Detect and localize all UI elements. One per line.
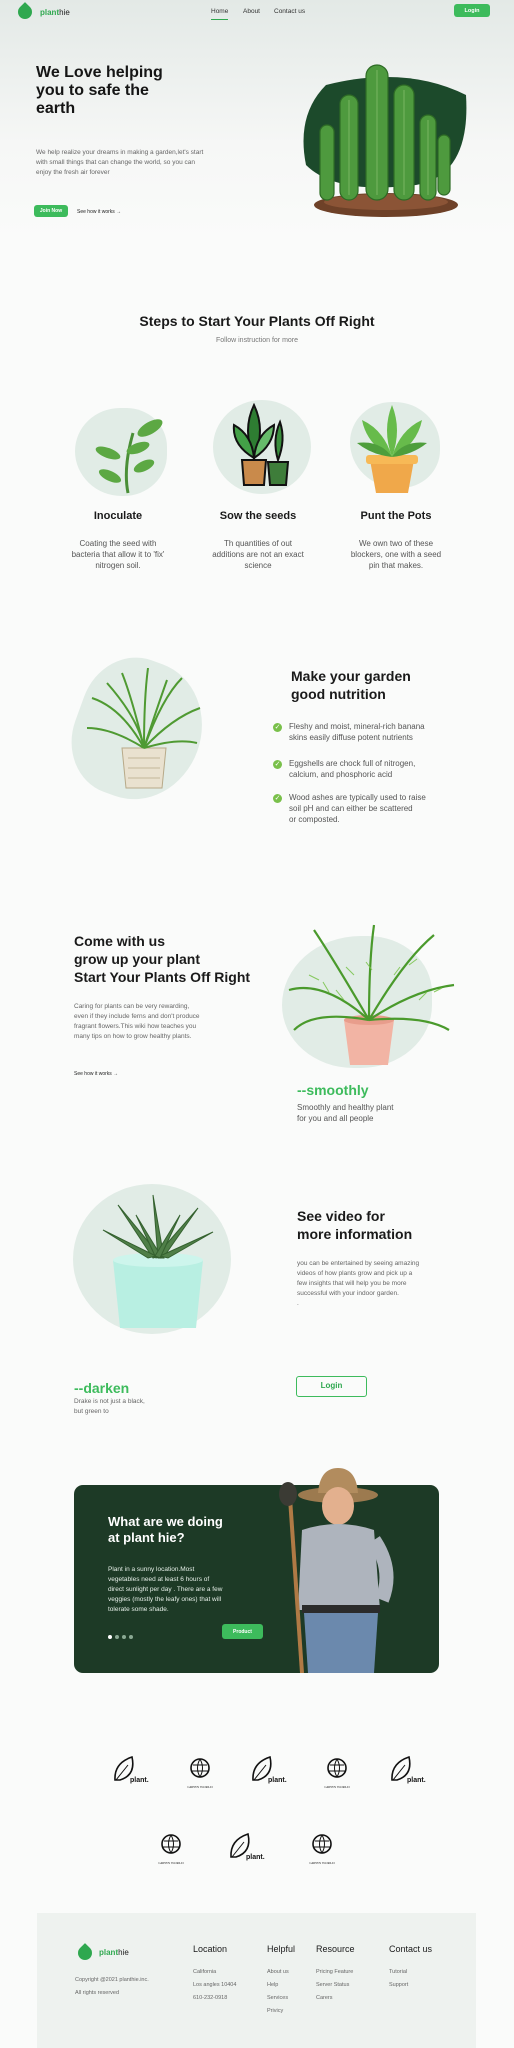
steps-title: Steps to Start Your Plants Off Right bbox=[139, 313, 375, 329]
partner-logo: GREEN WORLD bbox=[180, 1756, 220, 1790]
hero-title-line: earth bbox=[36, 100, 76, 117]
partner-logo: GREEN WORLD bbox=[302, 1832, 342, 1866]
footer-col-head: Helpful bbox=[267, 1944, 296, 1954]
globe-logo-icon bbox=[161, 1834, 181, 1855]
footer-col-head: Resource bbox=[316, 1944, 355, 1954]
footer-link[interactable]: Help bbox=[267, 1979, 295, 1992]
hero-title: We Love helping you to safe the earth bbox=[36, 64, 163, 118]
grow-title: Come with us grow up your plant Start Your… bbox=[74, 933, 251, 985]
footer-col-helpful: Helpful About us Help Services Privicy bbox=[267, 1944, 295, 2018]
footer-col-resource: Resource Pricing Feature Server Status C… bbox=[316, 1944, 355, 2005]
smoothly-description: Smoothly and healthy plant for you and al… bbox=[297, 1103, 394, 1123]
footer-logo-text[interactable]: planthie bbox=[99, 1948, 129, 1957]
footer-link[interactable]: Tutorial bbox=[389, 1966, 432, 1979]
see-how-link[interactable]: See how it works → bbox=[77, 209, 121, 215]
footer-copyright: Copyright @2021 planthie.inc. All rights … bbox=[75, 1977, 149, 1996]
footer-link[interactable]: Services bbox=[267, 1992, 295, 2005]
footer-link[interactable]: Support bbox=[389, 1979, 432, 1992]
footer-link[interactable]: Los angles 10404 bbox=[193, 1979, 236, 1992]
footer-link[interactable]: Pricing Feature bbox=[316, 1966, 355, 1979]
darken-title: --darken bbox=[74, 1380, 130, 1396]
globe-logo-icon bbox=[312, 1834, 332, 1855]
video-login-button[interactable]: Login bbox=[296, 1376, 367, 1397]
footer-link[interactable]: Carers bbox=[316, 1992, 355, 2005]
carousel-dot[interactable] bbox=[122, 1635, 126, 1639]
logo-text[interactable]: planthie bbox=[40, 8, 70, 17]
partner-logo: GREEN WORLD bbox=[317, 1756, 357, 1790]
nutrition-item: Eggshells are chock full of nitrogen, cal… bbox=[289, 759, 416, 779]
step-description: Th quantities of out additions are not an… bbox=[212, 539, 304, 570]
partner-logo-text: plant. bbox=[130, 1777, 149, 1784]
globe-logo-icon bbox=[190, 1758, 210, 1779]
footer-link[interactable]: California bbox=[193, 1966, 236, 1979]
darken-description: Drake is not just a black, but green to bbox=[74, 1398, 145, 1415]
partner-logo-text: GREEN WORLD bbox=[309, 1861, 335, 1865]
smoothly-title: --smoothly bbox=[297, 1082, 369, 1098]
nutrition-title: Make your garden good nutrition bbox=[291, 668, 411, 702]
see-how-link[interactable]: See how it works → bbox=[74, 1071, 118, 1077]
partner-logo: GREEN WORLD bbox=[151, 1832, 191, 1866]
partner-logo-text: plant. bbox=[268, 1777, 287, 1784]
nutrition-item: Wood ashes are typically used to raise so… bbox=[289, 793, 426, 824]
steps-subtitle: Follow instruction for more bbox=[215, 337, 299, 344]
banner-text: Plant in a sunny location.Most vegetables… bbox=[108, 1566, 223, 1613]
banner-title: What are we doing at plant hie? bbox=[108, 1514, 223, 1545]
partner-logo-text: GREEN WORLD bbox=[324, 1785, 350, 1789]
partner-logo: plant. bbox=[112, 1755, 154, 1789]
footer-col-location: Location California Los angles 10404 610… bbox=[193, 1944, 236, 2005]
carousel-dot[interactable] bbox=[115, 1635, 119, 1639]
footer-link[interactable]: About us bbox=[267, 1966, 295, 1979]
cactus-image bbox=[303, 64, 467, 217]
step-title: Sow the seeds bbox=[219, 510, 297, 522]
carousel-dot-active[interactable] bbox=[108, 1635, 112, 1639]
footer-col-head: Location bbox=[193, 1944, 228, 1954]
partner-logo-text: GREEN WORLD bbox=[158, 1861, 184, 1865]
globe-logo-icon bbox=[327, 1758, 347, 1779]
hero-title-line: We Love helping bbox=[36, 64, 163, 81]
nav-about[interactable]: About bbox=[243, 8, 260, 15]
hero-description: We help realize your dreams in making a … bbox=[36, 149, 204, 176]
footer-col-contact: Contact us Tutorial Support bbox=[389, 1944, 432, 1992]
partner-logo: plant. bbox=[389, 1755, 431, 1789]
nav-contact[interactable]: Contact us bbox=[274, 8, 305, 15]
fern-image bbox=[288, 924, 455, 1065]
step-description: Coating the seed with bacteria that allow… bbox=[71, 539, 165, 570]
carousel-dots[interactable] bbox=[108, 1635, 138, 1639]
carousel-dot[interactable] bbox=[129, 1635, 133, 1639]
gardener-image bbox=[279, 1468, 394, 1673]
partner-logo-text: plant. bbox=[246, 1854, 265, 1861]
join-now-button[interactable]: Join Now bbox=[34, 205, 68, 217]
check-icon: ✓ bbox=[273, 794, 282, 803]
nav-home[interactable]: Home bbox=[211, 8, 229, 20]
step-description: We own two of these blockers, one with a … bbox=[350, 539, 442, 570]
step-title: Punt the Pots bbox=[360, 510, 432, 522]
sprout-icon bbox=[95, 419, 163, 494]
partner-logo-text: GREEN WORLD bbox=[187, 1785, 213, 1789]
hero-title-line: you to safe the bbox=[36, 82, 149, 99]
video-title: See video for more information bbox=[297, 1208, 413, 1242]
partner-logo-text: plant. bbox=[407, 1777, 426, 1784]
check-icon: ✓ bbox=[273, 760, 282, 769]
partner-logo: plant. bbox=[228, 1832, 270, 1866]
aloe-image bbox=[102, 1194, 214, 1328]
login-button[interactable]: Login bbox=[454, 4, 490, 17]
step-title: Inoculate bbox=[93, 510, 143, 522]
footer-link[interactable]: Server Status bbox=[316, 1979, 355, 1992]
video-description: you can be entertained by seeing amazing… bbox=[297, 1260, 420, 1307]
footer-link[interactable]: 610-232-0918 bbox=[193, 1992, 236, 2005]
footer-col-head: Contact us bbox=[389, 1944, 433, 1954]
footer-link[interactable]: Privicy bbox=[267, 2005, 295, 2018]
potted-grass-image bbox=[86, 668, 201, 789]
nutrition-item: Fleshy and moist, mineral-rich banana ski… bbox=[289, 722, 425, 742]
product-button[interactable]: Product bbox=[222, 1624, 263, 1639]
check-icon: ✓ bbox=[273, 723, 282, 732]
grow-description: Caring for plants can be very rewarding,… bbox=[74, 1003, 200, 1040]
partner-logo: plant. bbox=[250, 1755, 292, 1789]
potted-plants-icon bbox=[232, 402, 290, 486]
plant-pot-icon bbox=[357, 405, 427, 493]
